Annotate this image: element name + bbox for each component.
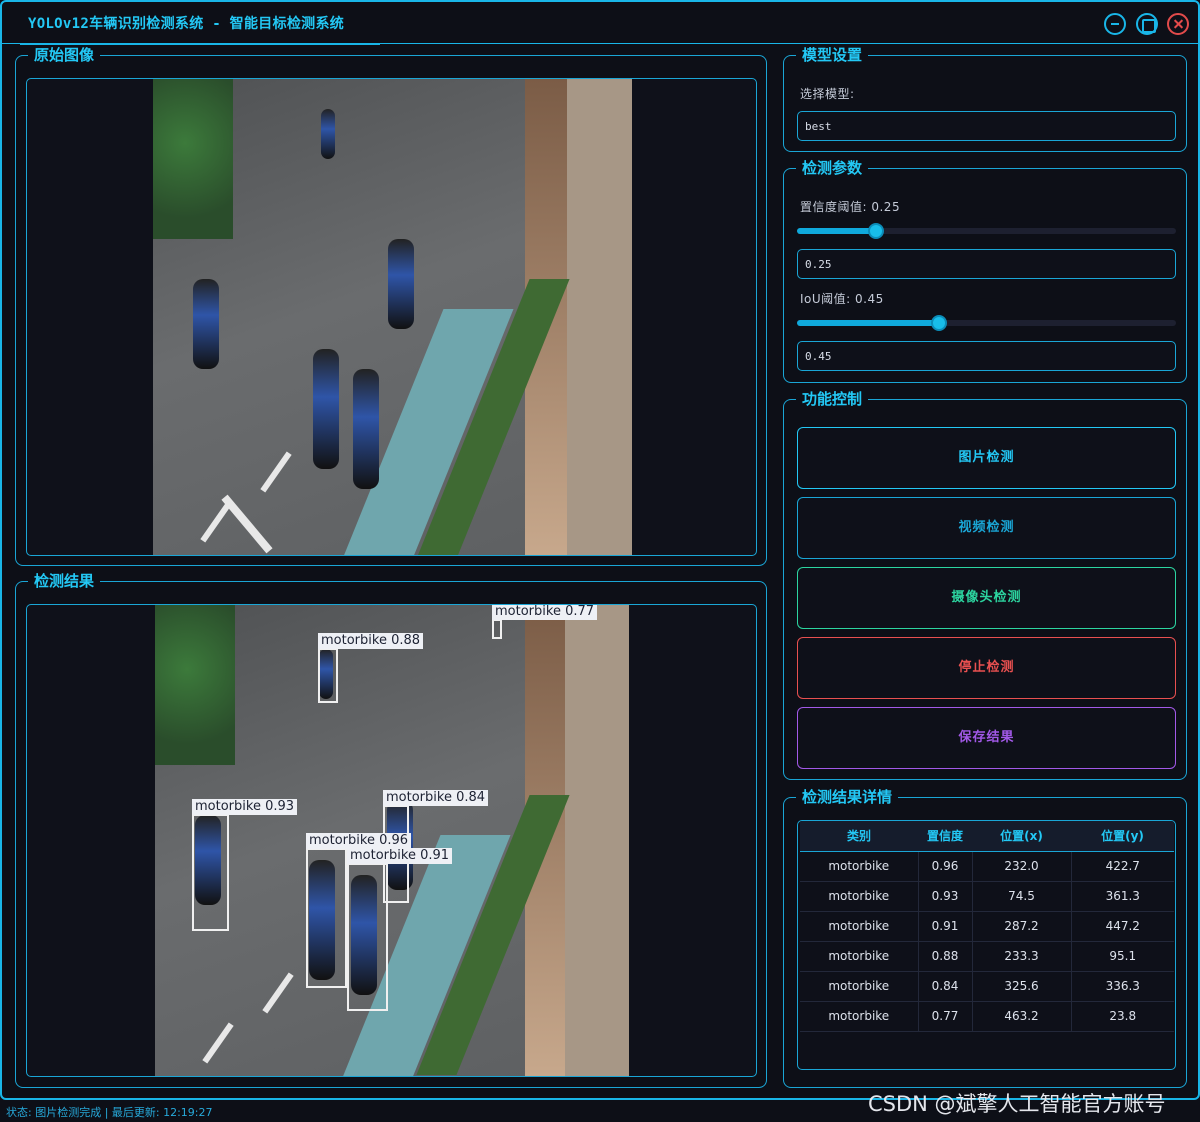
cell-x: 74.5	[972, 881, 1072, 912]
cell-y: 361.3	[1071, 881, 1174, 912]
cell-x: 325.6	[972, 971, 1072, 1002]
detection-box: motorbike 0.88	[318, 633, 424, 703]
cell-y: 23.8	[1071, 1001, 1174, 1032]
cell-confidence: 0.77	[918, 1001, 973, 1032]
cell-confidence: 0.88	[918, 941, 973, 972]
cell-class: motorbike	[800, 911, 919, 942]
cell-y: 336.3	[1071, 971, 1174, 1002]
cell-class: motorbike	[800, 971, 919, 1002]
cell-x: 463.2	[972, 1001, 1072, 1032]
app-window: YOLOv12车辆识别检测系统 - 智能目标检测系统 原始图像 检测结果 mot…	[0, 0, 1200, 1100]
result-image-title: 检测结果	[28, 571, 101, 591]
detection-params-title: 检测参数	[796, 158, 869, 178]
detection-label: motorbike 0.77	[492, 605, 598, 620]
maximize-icon[interactable]	[1136, 13, 1158, 35]
table-row[interactable]: motorbike 0.93 74.5 361.3	[800, 881, 1174, 912]
detection-box: motorbike 0.91	[347, 848, 453, 1011]
detection-params-panel: 检测参数 置信度阈值: 0.25 0.25 IoU阈值: 0.45 0.45	[783, 158, 1187, 383]
column-header[interactable]: 类别	[800, 821, 918, 852]
model-select[interactable]: best	[797, 111, 1176, 141]
original-image-frame	[26, 78, 757, 556]
watermark: CSDN @斌擎人工智能官方账号	[868, 1092, 1166, 1116]
camera-detect-button[interactable]: 摄像头检测	[797, 567, 1176, 629]
table-row[interactable]: motorbike 0.88 233.3 95.1	[800, 941, 1174, 972]
table-row[interactable]: motorbike 0.91 287.2 447.2	[800, 911, 1174, 942]
result-table[interactable]: 类别 置信度 位置(x) 位置(y) motorbike 0.96 232.0 …	[797, 820, 1176, 1070]
column-header[interactable]: 位置(y)	[1071, 821, 1174, 852]
cell-x: 287.2	[972, 911, 1072, 942]
detection-label: motorbike 0.93	[192, 799, 298, 815]
column-header[interactable]: 置信度	[918, 821, 972, 852]
window-title: YOLOv12车辆识别检测系统 - 智能目标检测系统	[28, 16, 345, 32]
cell-y: 95.1	[1071, 941, 1174, 972]
result-image-frame: motorbike 0.77 motorbike 0.88 motorbike …	[26, 604, 757, 1077]
detection-label: motorbike 0.91	[347, 848, 453, 864]
iou-label: IoU阈值: 0.45	[800, 292, 884, 306]
confidence-slider-handle[interactable]	[868, 223, 884, 239]
cell-confidence: 0.84	[918, 971, 973, 1002]
function-control-panel: 功能控制 图片检测 视频检测 摄像头检测 停止检测 保存结果	[783, 389, 1187, 780]
stop-detect-button[interactable]: 停止检测	[797, 637, 1176, 699]
cell-x: 232.0	[972, 851, 1072, 882]
detection-box: motorbike 0.77	[492, 605, 598, 639]
table-row[interactable]: motorbike 0.84 325.6 336.3	[800, 971, 1174, 1002]
function-control-title: 功能控制	[796, 389, 869, 409]
status-bar: 状态: 图片检测完成 | 最后更新: 12:19:27	[6, 1106, 213, 1119]
cell-confidence: 0.91	[918, 911, 973, 942]
table-header-row: 类别 置信度 位置(x) 位置(y)	[800, 821, 1174, 852]
detection-label: motorbike 0.96	[306, 833, 412, 849]
detection-label: motorbike 0.84	[383, 790, 489, 806]
detection-box: motorbike 0.96	[306, 833, 412, 988]
cell-class: motorbike	[800, 851, 919, 882]
close-icon[interactable]	[1167, 13, 1189, 35]
image-detect-button[interactable]: 图片检测	[797, 427, 1176, 489]
save-result-button[interactable]: 保存结果	[797, 707, 1176, 769]
cell-class: motorbike	[800, 1001, 919, 1032]
confidence-input[interactable]: 0.25	[797, 249, 1176, 279]
cell-confidence: 0.93	[918, 881, 973, 912]
original-image-panel: 原始图像	[15, 45, 767, 566]
result-image: motorbike 0.77 motorbike 0.88 motorbike …	[155, 605, 629, 1076]
iou-slider-handle[interactable]	[931, 315, 947, 331]
cell-y: 447.2	[1071, 911, 1174, 942]
result-image-panel: 检测结果 motorbike 0.77 motorbike 0.88 motor…	[15, 571, 767, 1088]
result-details-title: 检测结果详情	[796, 787, 899, 807]
video-detect-button[interactable]: 视频检测	[797, 497, 1176, 559]
title-bar[interactable]: YOLOv12车辆识别检测系统 - 智能目标检测系统	[2, 2, 1198, 45]
iou-input[interactable]: 0.45	[797, 341, 1176, 371]
original-image-title: 原始图像	[28, 45, 101, 65]
detection-label: motorbike 0.88	[318, 633, 424, 649]
table-row[interactable]: motorbike 0.77 463.2 23.8	[800, 1001, 1174, 1032]
cell-y: 422.7	[1071, 851, 1174, 882]
model-settings-panel: 模型设置 选择模型: best	[783, 45, 1187, 152]
confidence-label: 置信度阈值: 0.25	[800, 200, 901, 214]
confidence-slider[interactable]	[797, 223, 1176, 239]
iou-slider[interactable]	[797, 315, 1176, 331]
table-row[interactable]: motorbike 0.96 232.0 422.7	[800, 851, 1174, 882]
column-header[interactable]: 位置(x)	[972, 821, 1071, 852]
original-image	[153, 79, 632, 555]
cell-confidence: 0.96	[918, 851, 973, 882]
detection-box: motorbike 0.93	[192, 799, 298, 931]
cell-class: motorbike	[800, 941, 919, 972]
cell-x: 233.3	[972, 941, 1072, 972]
cell-class: motorbike	[800, 881, 919, 912]
model-select-label: 选择模型:	[800, 87, 855, 101]
model-settings-title: 模型设置	[796, 45, 869, 65]
result-details-panel: 检测结果详情 类别 置信度 位置(x) 位置(y) motorbike 0.96…	[783, 787, 1187, 1088]
minimize-icon[interactable]	[1104, 13, 1126, 35]
